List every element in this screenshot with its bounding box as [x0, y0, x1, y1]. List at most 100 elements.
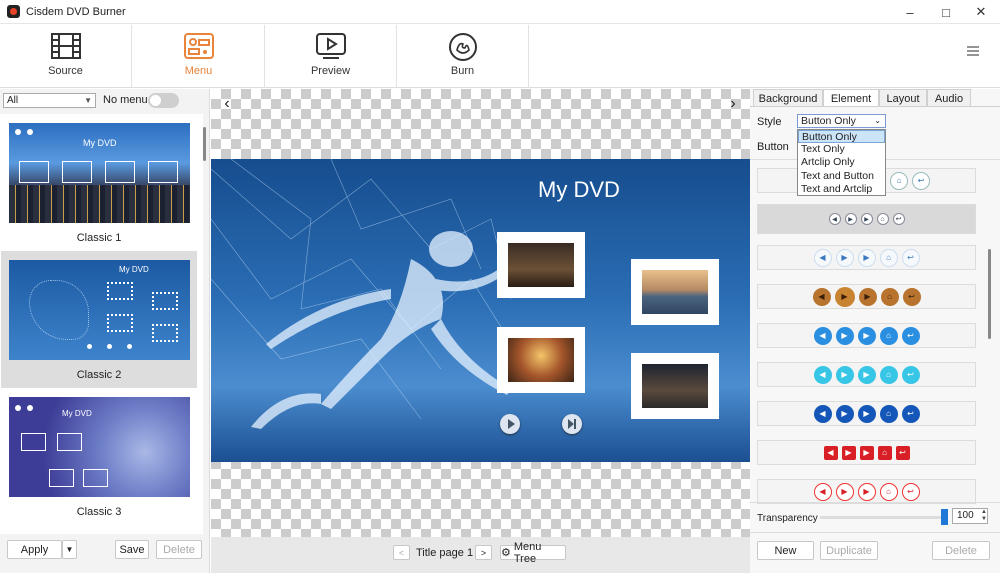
tab-audio[interactable]: Audio — [927, 89, 971, 107]
chapter-thumbnail-4[interactable] — [633, 355, 717, 417]
prev-icon: ◀ — [813, 482, 832, 501]
return-icon: ↩ — [901, 482, 920, 501]
tab-burn[interactable]: Burn — [397, 25, 529, 88]
template-item-classic-1[interactable]: My DVD Classic 1 — [1, 114, 197, 251]
home-icon: ⌂ — [876, 213, 889, 225]
play-icon: ▶ — [844, 213, 857, 225]
play-button[interactable] — [500, 414, 520, 434]
return-icon: ↩ — [892, 213, 905, 225]
button-style-row[interactable]: ◀ ▶ ▶ ⌂ ↩ — [757, 401, 976, 426]
return-icon: ↩ — [901, 248, 920, 267]
play-icon: ▶ — [835, 365, 854, 384]
save-button[interactable]: Save — [115, 540, 149, 559]
tab-element[interactable]: Element — [823, 89, 879, 107]
hamburger-menu-icon[interactable] — [966, 45, 980, 57]
apply-dropdown-button[interactable]: ▼ — [62, 540, 77, 559]
delete-template-button[interactable]: Delete — [156, 540, 202, 559]
next-icon: ▶ — [857, 404, 876, 423]
next-icon: ▶ — [857, 248, 876, 267]
apply-button[interactable]: Apply — [7, 540, 62, 559]
template-item-classic-3[interactable]: My DVD Classic 3 — [1, 388, 197, 525]
gear-icon: ⚙ — [501, 547, 511, 559]
chapter-thumbnail-2[interactable] — [499, 329, 583, 391]
template-name: Classic 1 — [76, 232, 122, 244]
button-style-row[interactable]: ◀ ▶ ▶ ⌂ ↩ — [757, 323, 976, 348]
play-icon — [508, 419, 515, 429]
home-icon: ⌂ — [879, 404, 898, 423]
style-option-text-only[interactable]: Text Only — [798, 143, 885, 156]
button-style-row[interactable]: ◀ ▶ ▶ ⌂ ↩ — [757, 284, 976, 309]
tab-menu[interactable]: Menu — [133, 25, 265, 88]
maximize-button[interactable]: □ — [926, 0, 966, 24]
style-label: Style — [757, 116, 782, 128]
play-icon: ▶ — [835, 248, 854, 267]
next-icon: ▶ — [859, 445, 874, 460]
thumbnail-title: My DVD — [62, 409, 92, 418]
minimize-button[interactable]: – — [890, 0, 930, 24]
play-icon: ▶ — [841, 445, 856, 460]
home-icon: ⌂ — [879, 482, 898, 501]
button-style-row[interactable]: ◀ ▶ ▶ ⌂ ↩ — [757, 245, 976, 270]
transparency-label: Transparency — [757, 513, 818, 524]
style-select-value: Button Only — [801, 115, 856, 127]
duplicate-button[interactable]: Duplicate — [820, 541, 878, 560]
main-toolbar: Source Menu Preview Burn — [0, 25, 1000, 88]
tab-background[interactable]: Background — [753, 89, 823, 107]
next-icon: ▶ — [858, 287, 877, 306]
template-scrollbar[interactable] — [203, 127, 206, 161]
page-label: Title page 1 — [416, 547, 474, 559]
tab-preview[interactable]: Preview — [265, 25, 397, 88]
menu-canvas[interactable]: My DVD — [211, 159, 750, 462]
return-icon: ↩ — [901, 365, 920, 384]
prev-icon: ◀ — [812, 287, 831, 306]
delete-button[interactable]: Delete — [932, 541, 990, 560]
chevron-down-icon: ⌄ — [874, 116, 881, 125]
tab-layout[interactable]: Layout — [879, 89, 927, 107]
app-icon — [7, 5, 20, 18]
button-style-row[interactable]: ◀ ▶ ▶ ⌂ ↩ — [757, 204, 976, 234]
new-button[interactable]: New — [757, 541, 814, 560]
next-icon: ▶ — [857, 326, 876, 345]
button-style-row[interactable]: ◀ ▶ ▶ ⌂ ↩ — [757, 479, 976, 504]
style-select[interactable]: Button Only ⌄ — [797, 114, 886, 128]
tab-menu-label: Menu — [184, 65, 213, 77]
prev-icon: ◀ — [813, 404, 832, 423]
next-chapter-button[interactable] — [562, 414, 582, 434]
tab-preview-label: Preview — [310, 65, 351, 77]
button-style-row[interactable]: ◀ ▶ ▶ ⌂ ↩ — [757, 440, 976, 465]
transparency-slider[interactable] — [820, 516, 946, 519]
next-icon: ▶ — [857, 482, 876, 501]
return-icon: ↩ — [901, 326, 920, 345]
chapter-thumbnail-3[interactable] — [633, 261, 717, 323]
style-option-text-and-artclip[interactable]: Text and Artclip — [798, 183, 885, 196]
home-icon: ⌂ — [880, 287, 899, 306]
template-item-classic-2[interactable]: My DVD Classic 2 — [1, 251, 197, 388]
style-option-text-and-button[interactable]: Text and Button — [798, 170, 885, 183]
return-icon: ↩ — [895, 445, 910, 460]
close-button[interactable]: ✕ — [961, 0, 1000, 24]
next-arrow-icon[interactable]: › — [725, 96, 741, 113]
chevron-down-icon: ▼ — [84, 96, 92, 105]
next-icon: ▶ — [860, 213, 873, 225]
button-style-row[interactable]: ◀ ▶ ▶ ⌂ ↩ — [757, 362, 976, 387]
template-filter-select[interactable]: All ▼ — [3, 93, 96, 108]
chapter-thumbnail-1[interactable] — [499, 234, 583, 296]
next-page-button[interactable]: > — [475, 545, 492, 560]
transparency-stepper[interactable]: ▲ ▼ — [981, 509, 987, 523]
menu-tree-button[interactable]: ⚙ Menu Tree — [500, 541, 566, 565]
button-list-scrollbar[interactable] — [988, 249, 991, 339]
menu-title[interactable]: My DVD — [538, 177, 620, 203]
thumbnail-title: My DVD — [83, 138, 117, 148]
menu-editor: ‹ › My DVD < Title page 1 > ⚙ Menu Tree — [211, 89, 750, 573]
style-option-button-only[interactable]: Button Only — [798, 130, 885, 144]
style-option-artclip-only[interactable]: Artclip Only — [798, 156, 885, 169]
no-menu-toggle[interactable] — [148, 93, 179, 108]
template-list: My DVD Classic 1 My DVD Classic 2 My DVD… — [0, 114, 203, 534]
transparency-slider-handle[interactable] — [941, 509, 948, 525]
previous-arrow-icon[interactable]: ‹ — [219, 96, 235, 113]
tab-source[interactable]: Source — [0, 25, 132, 88]
previous-page-button[interactable]: < — [393, 545, 410, 560]
film-icon — [51, 33, 81, 59]
properties-panel: Background Element Layout Audio Style Bu… — [750, 89, 1000, 573]
tab-source-label: Source — [48, 65, 83, 77]
